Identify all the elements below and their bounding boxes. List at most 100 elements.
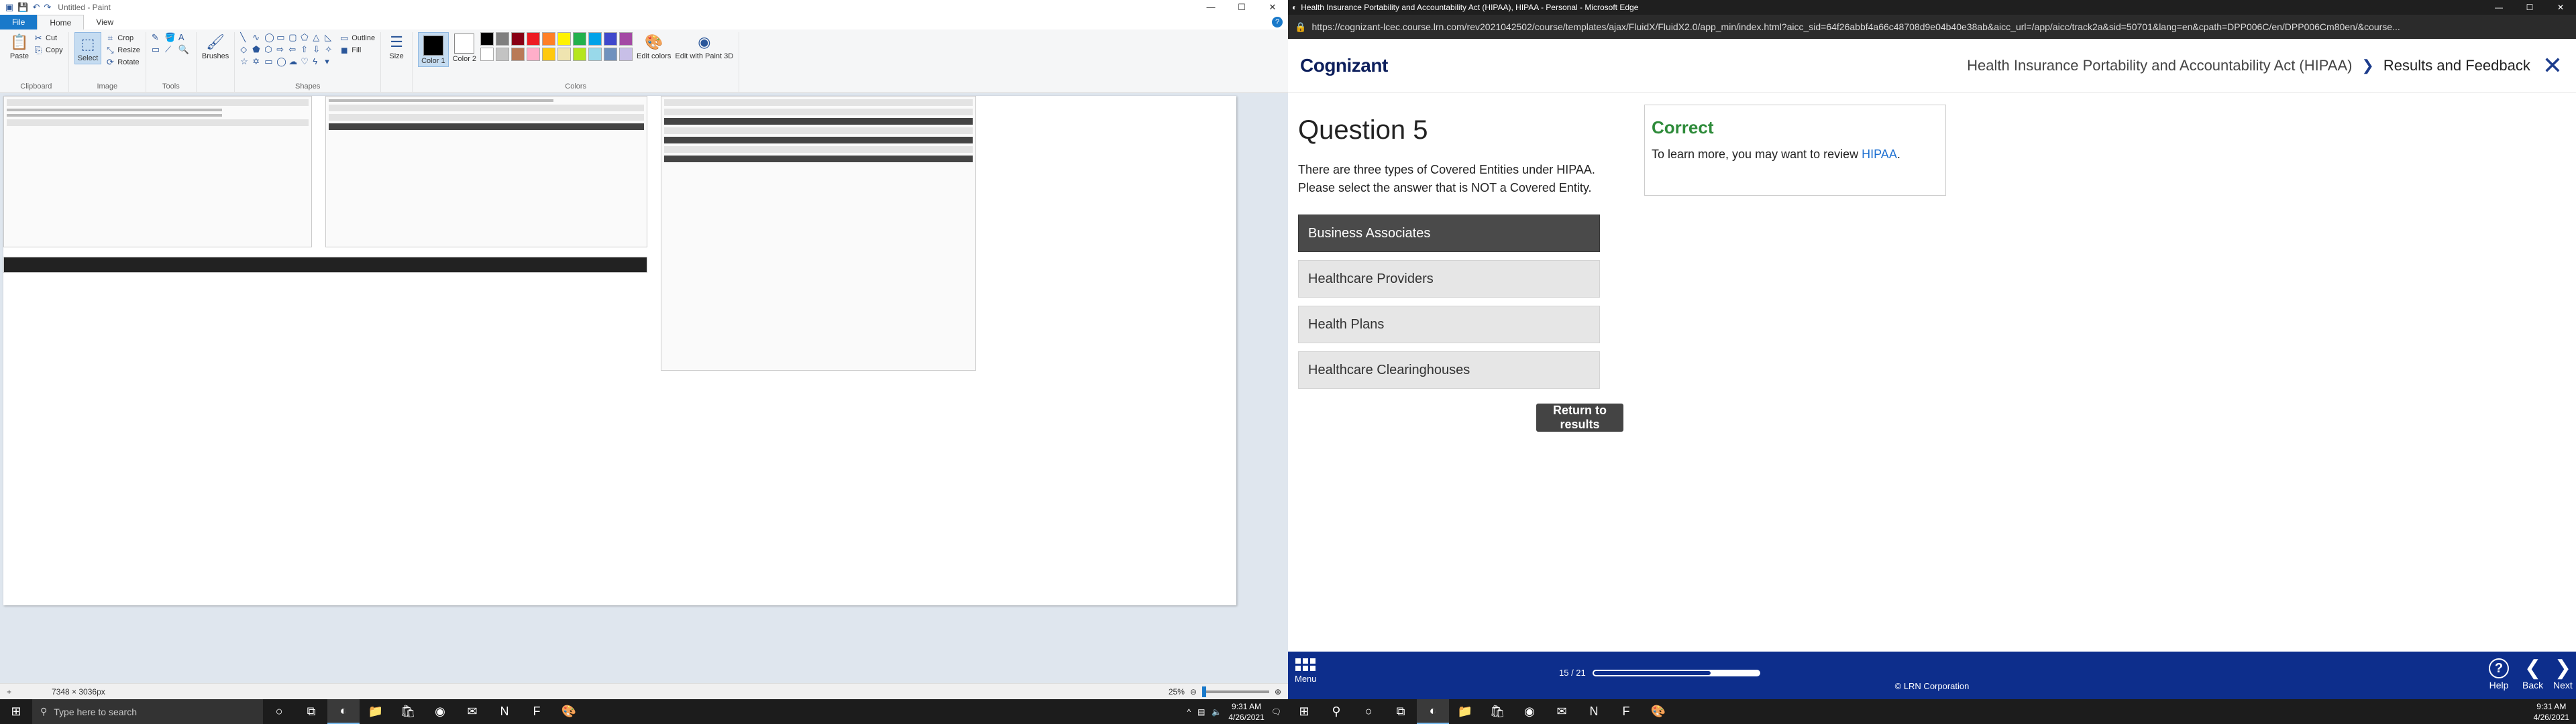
undo-icon[interactable]: ↶ [32, 2, 40, 13]
chrome-icon[interactable]: ◉ [1513, 699, 1546, 724]
outlook-icon[interactable]: ✉ [456, 699, 488, 724]
help-icon[interactable]: ? [1272, 17, 1283, 27]
arrow-up-shape-icon[interactable]: ⇧ [301, 44, 311, 55]
edge-taskbar-icon[interactable]: ◐ [1417, 699, 1449, 724]
outlook-icon[interactable]: ✉ [1546, 699, 1578, 724]
file-explorer-icon[interactable]: 📁 [1449, 699, 1481, 724]
cut-button[interactable]: ✂ Cut [34, 32, 63, 44]
fill-icon[interactable]: 🪣 [165, 32, 177, 43]
chrome-icon[interactable]: ◉ [424, 699, 456, 724]
answer-option[interactable]: Healthcare Providers [1298, 260, 1600, 298]
maximize-button[interactable]: ☐ [1226, 2, 1257, 13]
color-swatch[interactable] [573, 32, 587, 46]
edge-taskbar-icon[interactable]: ◐ [327, 699, 360, 724]
search-icon[interactable]: ⚲ [1320, 699, 1352, 724]
color-swatch[interactable] [542, 48, 556, 61]
paste-button[interactable]: 📋 Paste [9, 32, 30, 60]
color-swatch[interactable] [604, 32, 618, 46]
tab-file[interactable]: File [0, 15, 38, 29]
network-icon[interactable]: ▤ [1197, 707, 1205, 717]
clock[interactable]: 9:31 AM 4/26/2021 [1228, 701, 1264, 723]
text-icon[interactable]: A [178, 32, 191, 43]
resize-button[interactable]: ⤡ Resize [105, 44, 140, 56]
hexagon-shape-icon[interactable]: ⬡ [264, 44, 275, 55]
zoom-in-icon[interactable]: ⊕ [1275, 687, 1281, 697]
copy-button[interactable]: ⎘ Copy [34, 44, 63, 56]
color-swatch[interactable] [511, 32, 525, 46]
heart-shape-icon[interactable]: ♡ [301, 56, 311, 67]
star5-shape-icon[interactable]: ☆ [240, 56, 251, 67]
forms-icon[interactable]: F [521, 699, 553, 724]
edit-paint3d-button[interactable]: ◉ Edit with Paint 3D [675, 32, 733, 60]
address-bar[interactable]: 🔒 https://cognizant-lcec.course.lrn.com/… [1288, 15, 2576, 39]
close-button[interactable]: ✕ [2545, 3, 2576, 12]
triangle-shape-icon[interactable]: △ [313, 32, 323, 43]
back-button[interactable]: ❮ Back [2522, 657, 2543, 690]
minimize-button[interactable]: — [1195, 2, 1226, 13]
tab-view[interactable]: View [84, 15, 125, 29]
color-swatch[interactable] [496, 32, 510, 46]
magnifier-icon[interactable]: 🔍 [178, 44, 191, 55]
answer-option[interactable]: Business Associates [1298, 215, 1600, 252]
cortana-icon[interactable]: ○ [263, 699, 295, 724]
color-swatch[interactable] [588, 32, 602, 46]
color-swatch[interactable] [542, 32, 556, 46]
color-swatch[interactable] [557, 48, 572, 61]
notifications-icon[interactable]: 🗨 [1271, 707, 1281, 717]
arrow-left-shape-icon[interactable]: ⇦ [288, 44, 299, 55]
store-icon[interactable]: 🛍 [392, 699, 424, 724]
windows-start-icon[interactable]: ⊞ [0, 699, 32, 724]
return-to-results-button[interactable]: Return to results [1536, 404, 1623, 432]
cloud-shape-icon[interactable]: ☁ [288, 56, 299, 67]
file-explorer-icon[interactable]: 📁 [360, 699, 392, 724]
color-swatch[interactable] [604, 48, 618, 61]
zoom-slider-knob[interactable] [1201, 686, 1206, 697]
paint-canvas[interactable] [3, 96, 1236, 605]
color-swatch[interactable] [619, 48, 633, 61]
arrow-right-shape-icon[interactable]: ⇨ [276, 44, 287, 55]
line-shape-icon[interactable]: ╲ [240, 32, 251, 43]
polygon-shape-icon[interactable]: ⬠ [301, 32, 311, 43]
rounded-rect-shape-icon[interactable]: ▢ [288, 32, 299, 43]
pentagon-shape-icon[interactable]: ⬟ [252, 44, 263, 55]
color-swatch[interactable] [480, 48, 494, 61]
color-swatch[interactable] [511, 48, 525, 61]
size-button[interactable]: ☰ Size [386, 32, 407, 60]
menu-button[interactable]: Menu [1295, 658, 1317, 684]
right-triangle-shape-icon[interactable]: ◺ [325, 32, 335, 43]
redo-icon[interactable]: ↷ [44, 2, 51, 13]
lock-icon[interactable]: 🔒 [1295, 21, 1306, 33]
task-view-icon[interactable]: ⧉ [295, 699, 327, 724]
zoom-out-icon[interactable]: ⊖ [1190, 687, 1197, 697]
address-url[interactable]: https://cognizant-lcec.course.lrn.com/re… [1311, 21, 2400, 32]
breadcrumb-course[interactable]: Health Insurance Portability and Account… [1967, 57, 2352, 74]
color-swatch[interactable] [527, 32, 541, 46]
paint-taskbar-icon[interactable]: 🎨 [1642, 699, 1674, 724]
clock[interactable]: 9:31 AM 4/26/2021 [2534, 701, 2569, 723]
arrow-down-shape-icon[interactable]: ⇩ [313, 44, 323, 55]
tab-home[interactable]: Home [37, 15, 85, 29]
help-button[interactable]: ? Help [2489, 657, 2509, 690]
shapes-gallery[interactable]: ╲ ∿ ◯ ▭ ▢ ⬠ △ ◺ ◇ ⬟ ⬡ ⇨ ⇦ ⇧ ⇩ ✧ ☆ ✡ ▭ ◯ ☁ ♡ ϟ ▾ [240, 32, 335, 67]
close-icon[interactable]: ✕ [2542, 53, 2563, 78]
diamond-shape-icon[interactable]: ◇ [240, 44, 251, 55]
color-swatch[interactable] [480, 32, 494, 46]
onenote-icon[interactable]: N [1578, 699, 1610, 724]
star4-shape-icon[interactable]: ✧ [325, 44, 335, 55]
task-view-icon[interactable]: ⧉ [1385, 699, 1417, 724]
more-shapes-icon[interactable]: ▾ [325, 56, 335, 67]
color-swatch[interactable] [573, 48, 587, 61]
taskbar-search[interactable]: ⚲ Type here to search [32, 699, 263, 724]
minimize-button[interactable]: — [2483, 3, 2514, 12]
answer-option[interactable]: Healthcare Clearinghouses [1298, 351, 1600, 389]
color-swatch[interactable] [588, 48, 602, 61]
color1-button[interactable]: Color 1 [418, 32, 449, 67]
volume-icon[interactable]: 🔈 [1212, 707, 1222, 717]
windows-start-icon[interactable]: ⊞ [1288, 699, 1320, 724]
tray-chevron-icon[interactable]: ^ [1187, 707, 1191, 717]
brushes-button[interactable]: 🖌 Brushes [202, 32, 229, 60]
crop-button[interactable]: ⌗ Crop [105, 32, 140, 44]
onenote-icon[interactable]: N [488, 699, 521, 724]
callout-rect-shape-icon[interactable]: ▭ [264, 56, 275, 67]
color-swatch[interactable] [557, 32, 572, 46]
